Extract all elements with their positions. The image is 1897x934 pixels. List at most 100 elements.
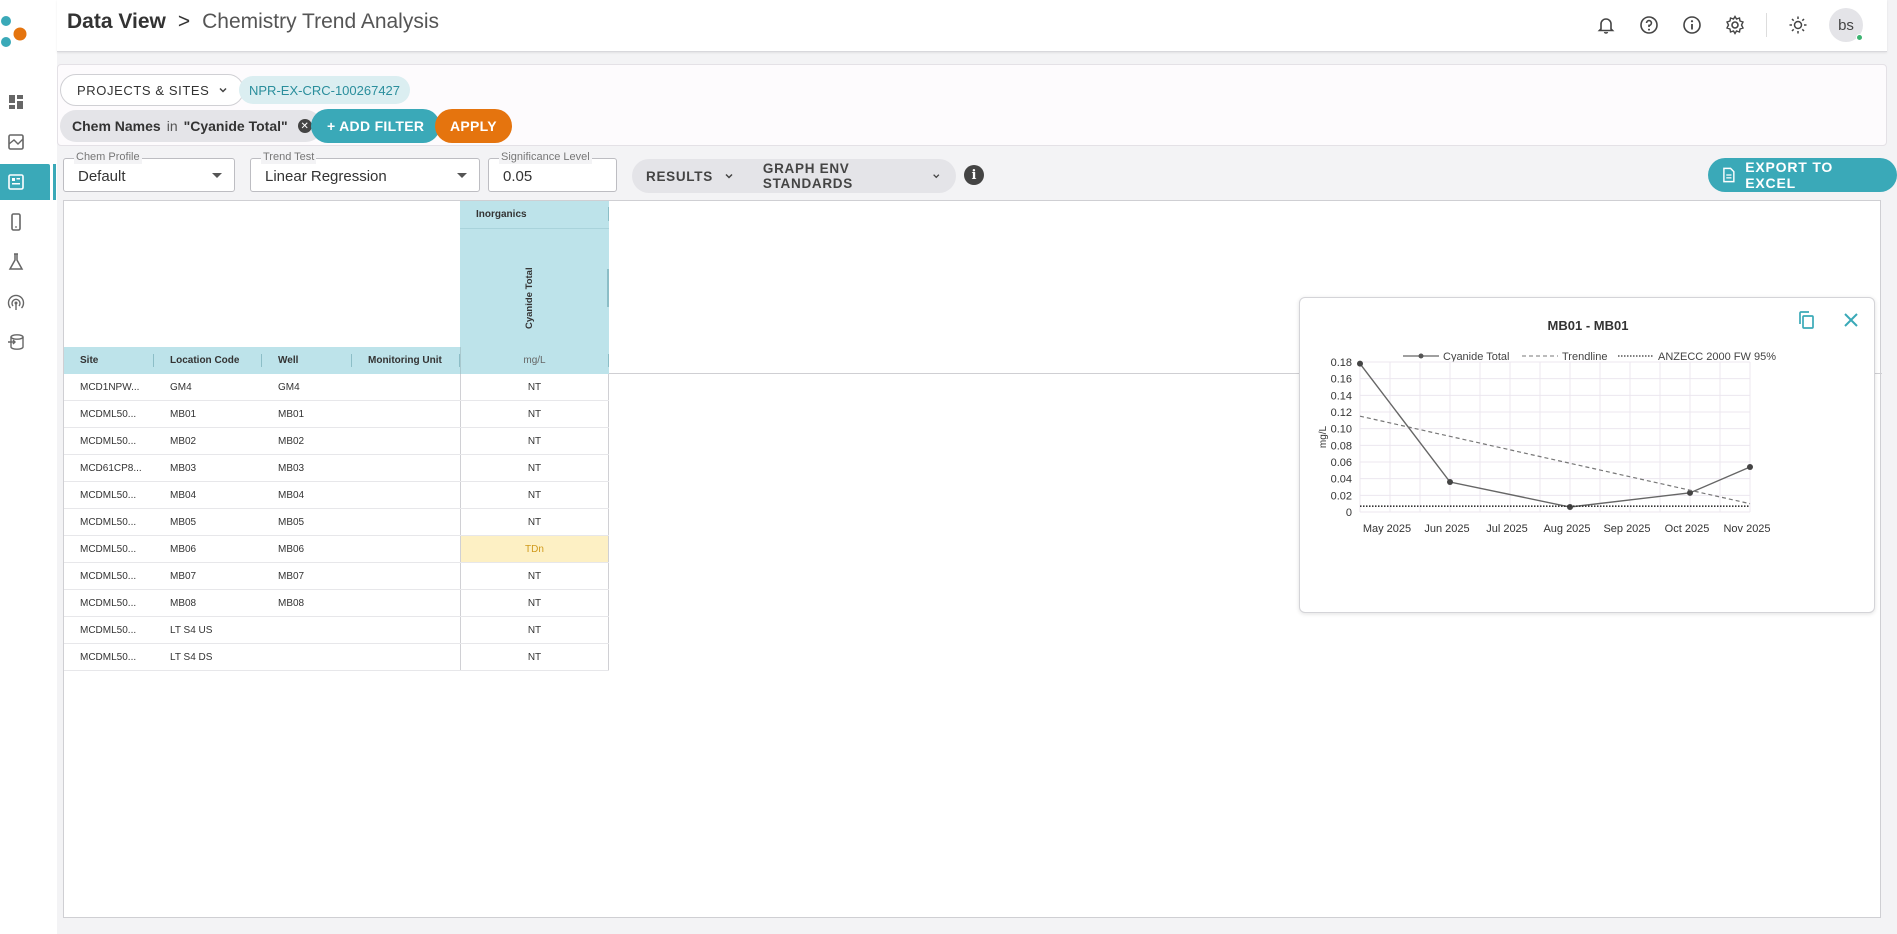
legend-label: ANZECC 2000 FW 95% xyxy=(1658,351,1776,363)
cell-well: GM4 xyxy=(278,381,300,393)
results-label: RESULTS xyxy=(646,168,713,184)
cell-result[interactable]: NT xyxy=(460,590,609,616)
project-chip[interactable]: NPR-EX-CRC-100267427 xyxy=(239,76,411,104)
cell-result[interactable]: TDn xyxy=(460,536,609,562)
y-tick-label: 0.02 xyxy=(1331,490,1352,502)
copy-chart-icon[interactable] xyxy=(1794,308,1818,332)
table-row[interactable]: MCD1NPW... GM4 GM4 NT xyxy=(64,374,609,401)
table-row[interactable]: MCDML50... MB02 MB02 NT xyxy=(64,428,609,455)
cell-site: MCDML50... xyxy=(80,408,137,420)
column-header-monitoring-unit[interactable]: Monitoring Unit xyxy=(352,347,460,374)
cell-monitoring-unit xyxy=(352,644,460,670)
cell-location-code: MB03 xyxy=(170,462,197,474)
table-row[interactable]: MCDML50... MB06 MB06 TDn xyxy=(64,536,609,563)
chem-profile-value: Default xyxy=(78,168,126,185)
top-header: Data View > Chemistry Trend Analysis bs xyxy=(57,0,1887,52)
theme-toggle-sun-icon[interactable] xyxy=(1786,13,1810,37)
significance-level-input[interactable]: Significance Level 0.05 xyxy=(488,151,617,192)
results-dropdown[interactable]: RESULTS xyxy=(632,169,749,184)
cell-location-code: LT S4 US xyxy=(170,624,213,636)
cell-result[interactable]: NT xyxy=(460,563,609,589)
data-point xyxy=(1567,504,1573,510)
significance-level-value: 0.05 xyxy=(503,168,533,185)
trend-data-grid: Inorganics Cyanide Total Site Location C… xyxy=(63,200,1882,918)
table-row[interactable]: MCDML50... LT S4 DS NT xyxy=(64,644,609,671)
table-row[interactable]: MCD61CP8... MB03 MB03 NT xyxy=(64,455,609,482)
nav-dashboard-icon[interactable] xyxy=(0,84,57,120)
y-tick-label: 0.18 xyxy=(1331,357,1352,369)
column-resize-handle[interactable] xyxy=(607,269,609,307)
table-row[interactable]: MCDML50... MB01 MB01 NT xyxy=(64,401,609,428)
nav-map-icon[interactable] xyxy=(0,124,57,160)
column-header-well[interactable]: Well xyxy=(262,347,352,374)
active-filter-chip[interactable]: Chem Names in "Cyanide Total" ✕ xyxy=(60,110,322,142)
close-chart-icon[interactable] xyxy=(1839,308,1863,332)
dropdown-caret-icon xyxy=(212,173,222,178)
cell-result[interactable]: NT xyxy=(460,374,609,400)
table-row[interactable]: MCDML50... LT S4 US NT xyxy=(64,617,609,644)
chem-profile-select[interactable]: Chem Profile Default xyxy=(63,151,235,192)
breadcrumb: Data View > Chemistry Trend Analysis xyxy=(67,10,439,34)
trend-test-select[interactable]: Trend Test Linear Regression xyxy=(250,151,480,192)
column-group-header[interactable]: Inorganics xyxy=(460,201,609,229)
nav-lab-flask-icon[interactable] xyxy=(0,244,57,280)
online-status-dot xyxy=(1856,34,1863,41)
chevron-down-icon xyxy=(219,87,227,93)
cell-monitoring-unit xyxy=(352,509,460,535)
cell-location-code: GM4 xyxy=(170,381,192,393)
table-row[interactable]: MCDML50... MB08 MB08 NT xyxy=(64,590,609,617)
cell-result[interactable]: NT xyxy=(460,617,609,643)
add-filter-button[interactable]: + ADD FILTER xyxy=(311,109,441,143)
cell-location-code: MB01 xyxy=(170,408,197,420)
cell-result[interactable]: NT xyxy=(460,401,609,427)
column-header-site[interactable]: Site xyxy=(64,347,154,374)
cell-result[interactable]: NT xyxy=(460,509,609,535)
user-avatar[interactable]: bs xyxy=(1829,8,1863,42)
column-header-location-code[interactable]: Location Code xyxy=(154,347,262,374)
help-icon[interactable] xyxy=(1637,13,1661,37)
x-tick-label: Aug 2025 xyxy=(1543,523,1590,535)
chevron-down-icon xyxy=(725,173,733,179)
cell-result[interactable]: NT xyxy=(460,455,609,481)
projects-sites-dropdown[interactable]: PROJECTS & SITES xyxy=(60,74,245,106)
nav-mobile-icon[interactable] xyxy=(0,204,57,240)
series-line-cyanide-total xyxy=(1359,363,1751,508)
cell-site: MCDML50... xyxy=(80,543,137,555)
table-row[interactable]: MCDML50... MB05 MB05 NT xyxy=(64,509,609,536)
header-divider xyxy=(1766,13,1767,37)
legend-label: Trendline xyxy=(1562,351,1607,363)
app-logo[interactable] xyxy=(0,8,30,48)
nav-database-import-icon[interactable] xyxy=(0,324,57,360)
table-row[interactable]: MCDML50... MB04 MB04 NT xyxy=(64,482,609,509)
cell-result[interactable]: NT xyxy=(460,428,609,454)
filter-field: Chem Names xyxy=(72,118,161,134)
info-icon[interactable] xyxy=(1680,13,1704,37)
table-row[interactable]: MCDML50... MB07 MB07 NT xyxy=(64,563,609,590)
cell-well xyxy=(262,617,352,643)
legend-marker-cyanide xyxy=(1418,353,1424,359)
export-label: EXPORT TO EXCEL xyxy=(1745,159,1834,191)
info-icon[interactable]: i xyxy=(964,165,984,185)
graph-env-standards-dropdown[interactable]: GRAPH ENV STANDARDS xyxy=(749,161,956,191)
notifications-bell-icon[interactable] xyxy=(1594,13,1618,37)
x-tick-label: Jun 2025 xyxy=(1424,523,1469,535)
analyte-name: Cyanide Total xyxy=(524,267,535,329)
cell-result[interactable]: NT xyxy=(460,482,609,508)
cell-well: MB04 xyxy=(278,489,305,501)
nav-sensor-icon[interactable] xyxy=(0,284,57,320)
column-headers: Site Location Code Well Monitoring Unit … xyxy=(64,347,609,374)
apply-button[interactable]: APPLY xyxy=(435,109,512,143)
analyte-column-header[interactable]: Cyanide Total xyxy=(460,229,609,347)
remove-filter-close-icon[interactable]: ✕ xyxy=(297,119,312,133)
cell-result[interactable]: NT xyxy=(460,644,609,670)
cell-location-code: MB05 xyxy=(170,516,197,528)
nav-data-view-icon[interactable] xyxy=(0,164,56,200)
data-point xyxy=(1747,464,1753,470)
cell-site: MCDML50... xyxy=(80,435,137,447)
page-title: Chemistry Trend Analysis xyxy=(202,10,440,33)
breadcrumb-root[interactable]: Data View xyxy=(67,10,166,34)
settings-gear-icon[interactable] xyxy=(1723,13,1747,37)
export-to-excel-button[interactable]: EXPORT TO EXCEL xyxy=(1708,158,1897,192)
x-tick-label: Sep 2025 xyxy=(1603,523,1650,535)
document-icon xyxy=(1723,167,1735,183)
